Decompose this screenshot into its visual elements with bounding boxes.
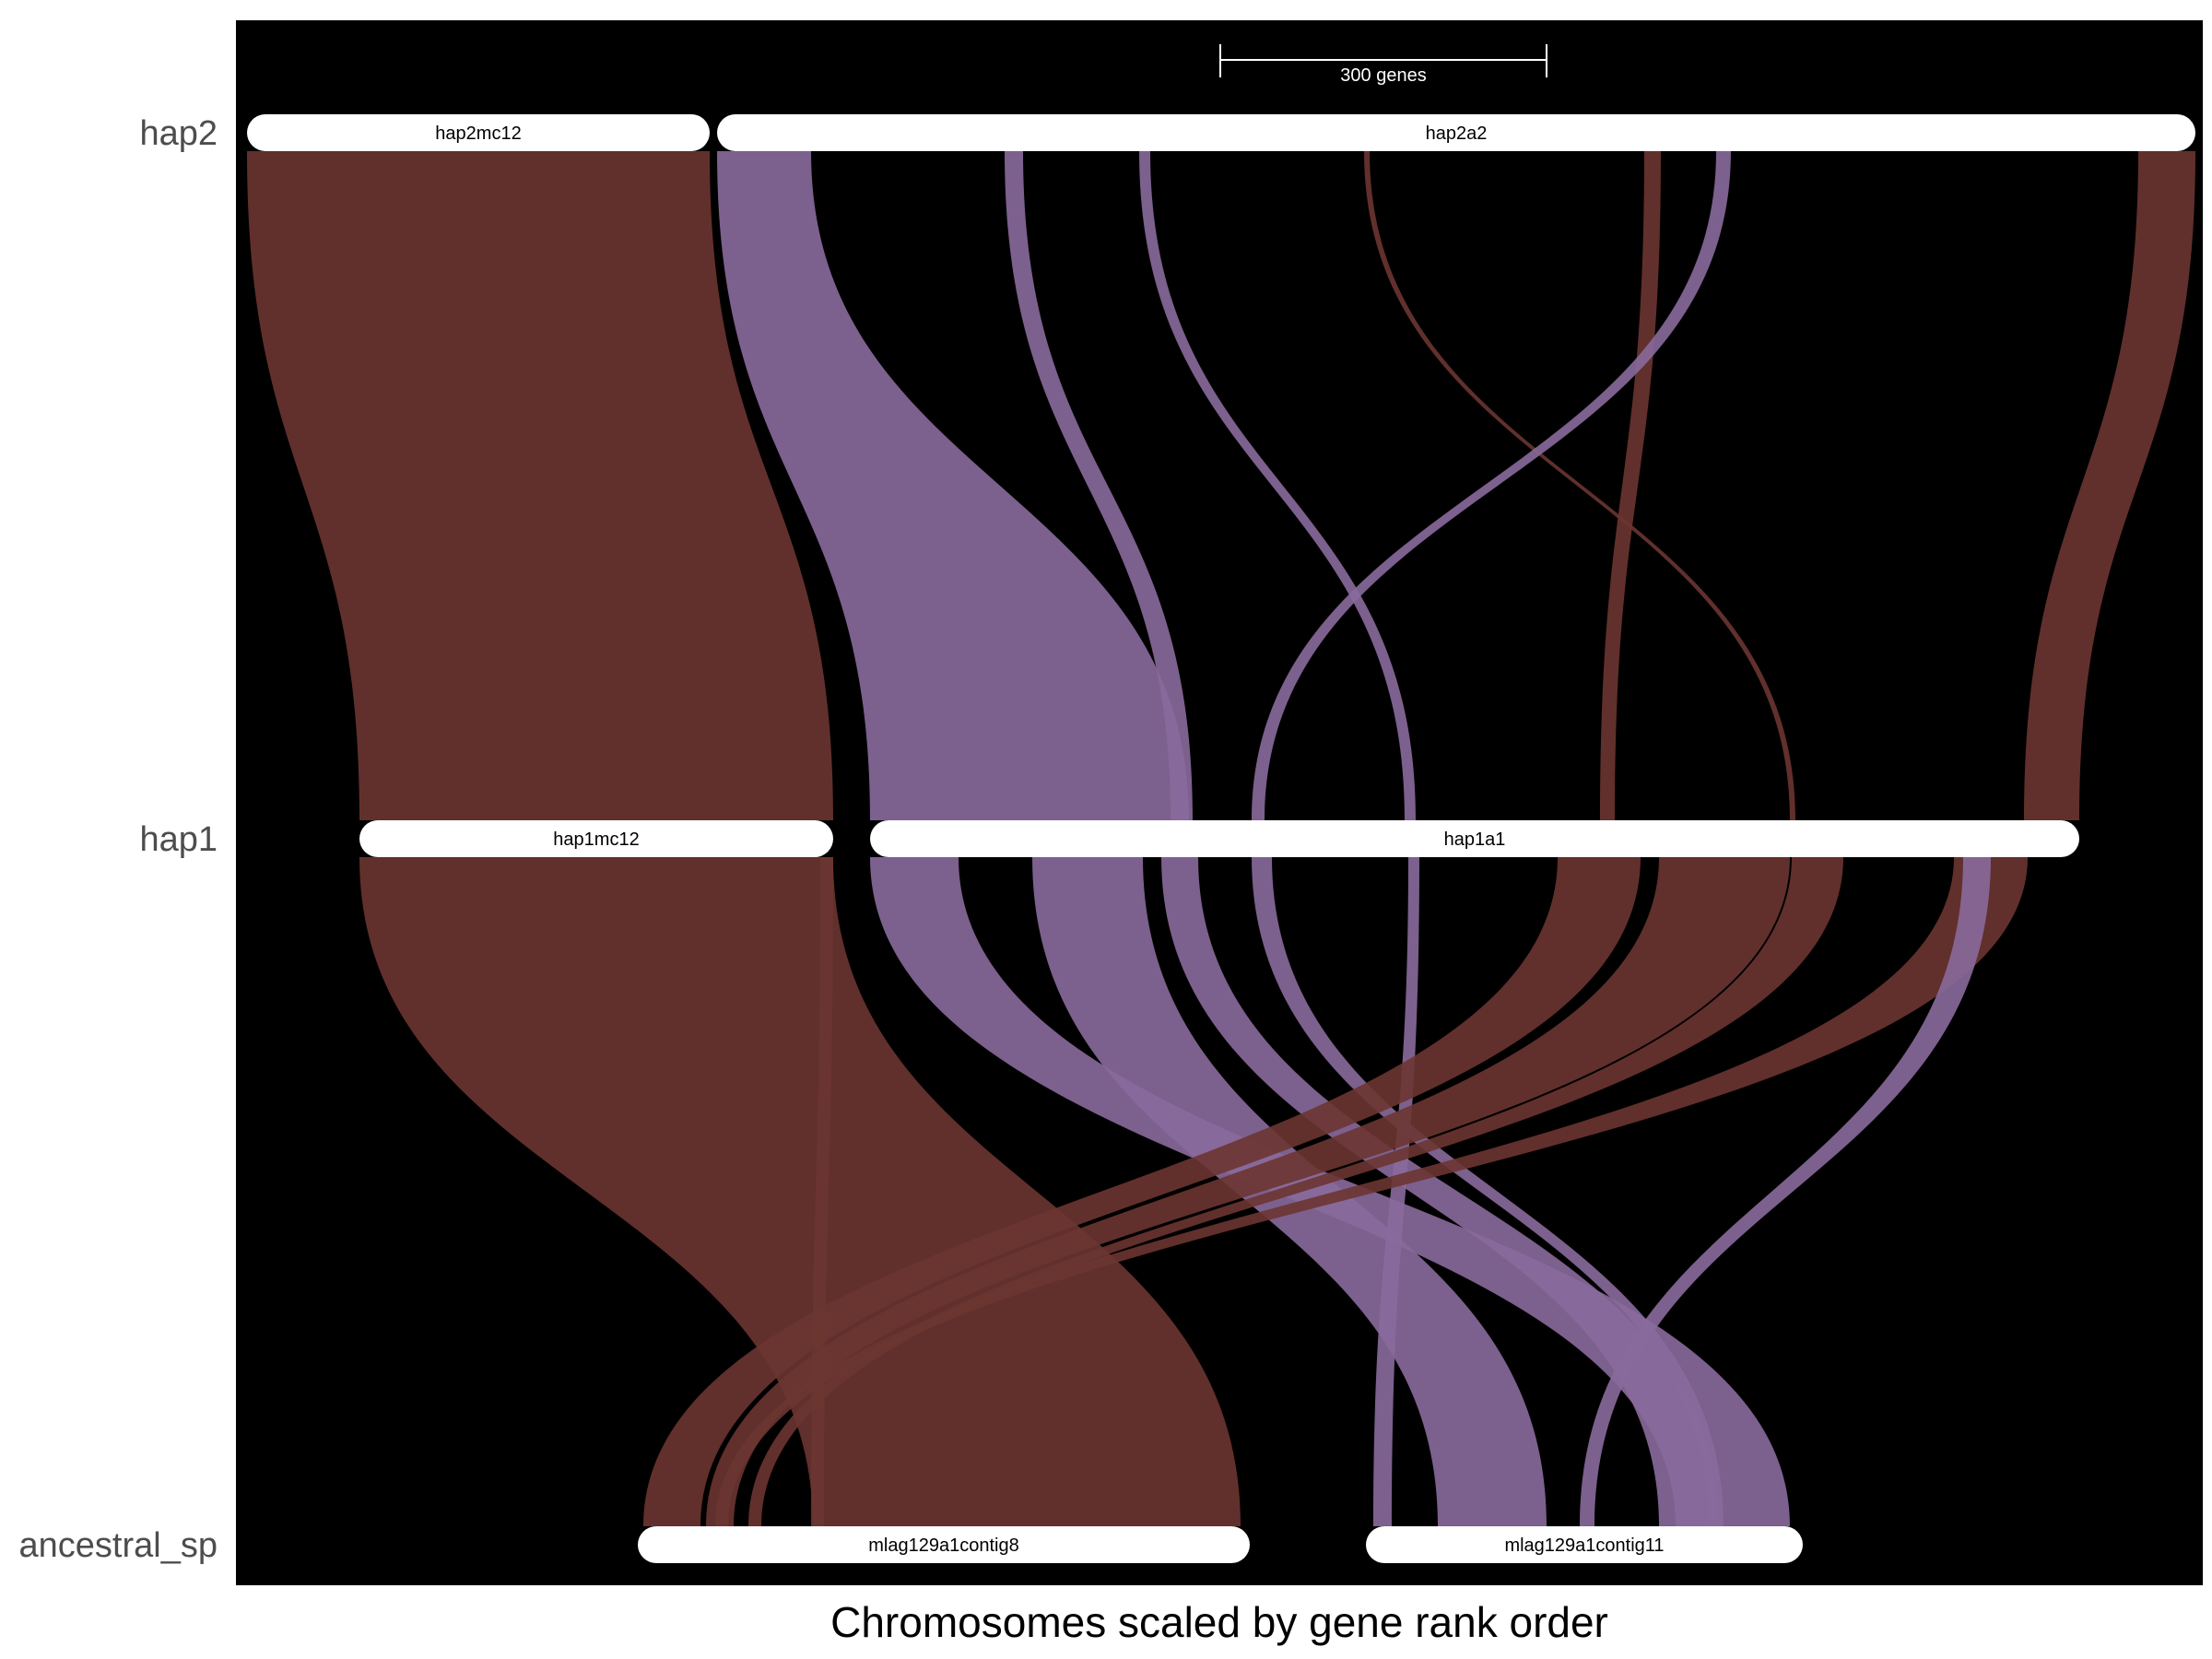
synteny-plot: 300 genes hap2mc12 hap2a2 hap1mc12 hap1a… [19,20,2203,1646]
chromosome-label-mlag129a1contig8: mlag129a1contig8 [868,1535,1018,1556]
track-label-hap1: hap1 [139,820,218,859]
chromosome-label-hap1mc12: hap1mc12 [553,830,639,850]
chromosome-label-hap1a1: hap1a1 [1444,830,1506,850]
scale-bar-label: 300 genes [1340,65,1426,86]
chromosome-label-mlag129a1contig11: mlag129a1contig11 [1504,1535,1664,1556]
chromosome-label-hap2mc12: hap2mc12 [435,124,521,144]
x-axis-title: Chromosomes scaled by gene rank order [830,1598,1608,1646]
track-label-ancestral-sp: ancestral_sp [19,1526,218,1565]
chromosome-label-hap2a2: hap2a2 [1426,124,1488,144]
track-label-hap2: hap2 [139,114,218,153]
